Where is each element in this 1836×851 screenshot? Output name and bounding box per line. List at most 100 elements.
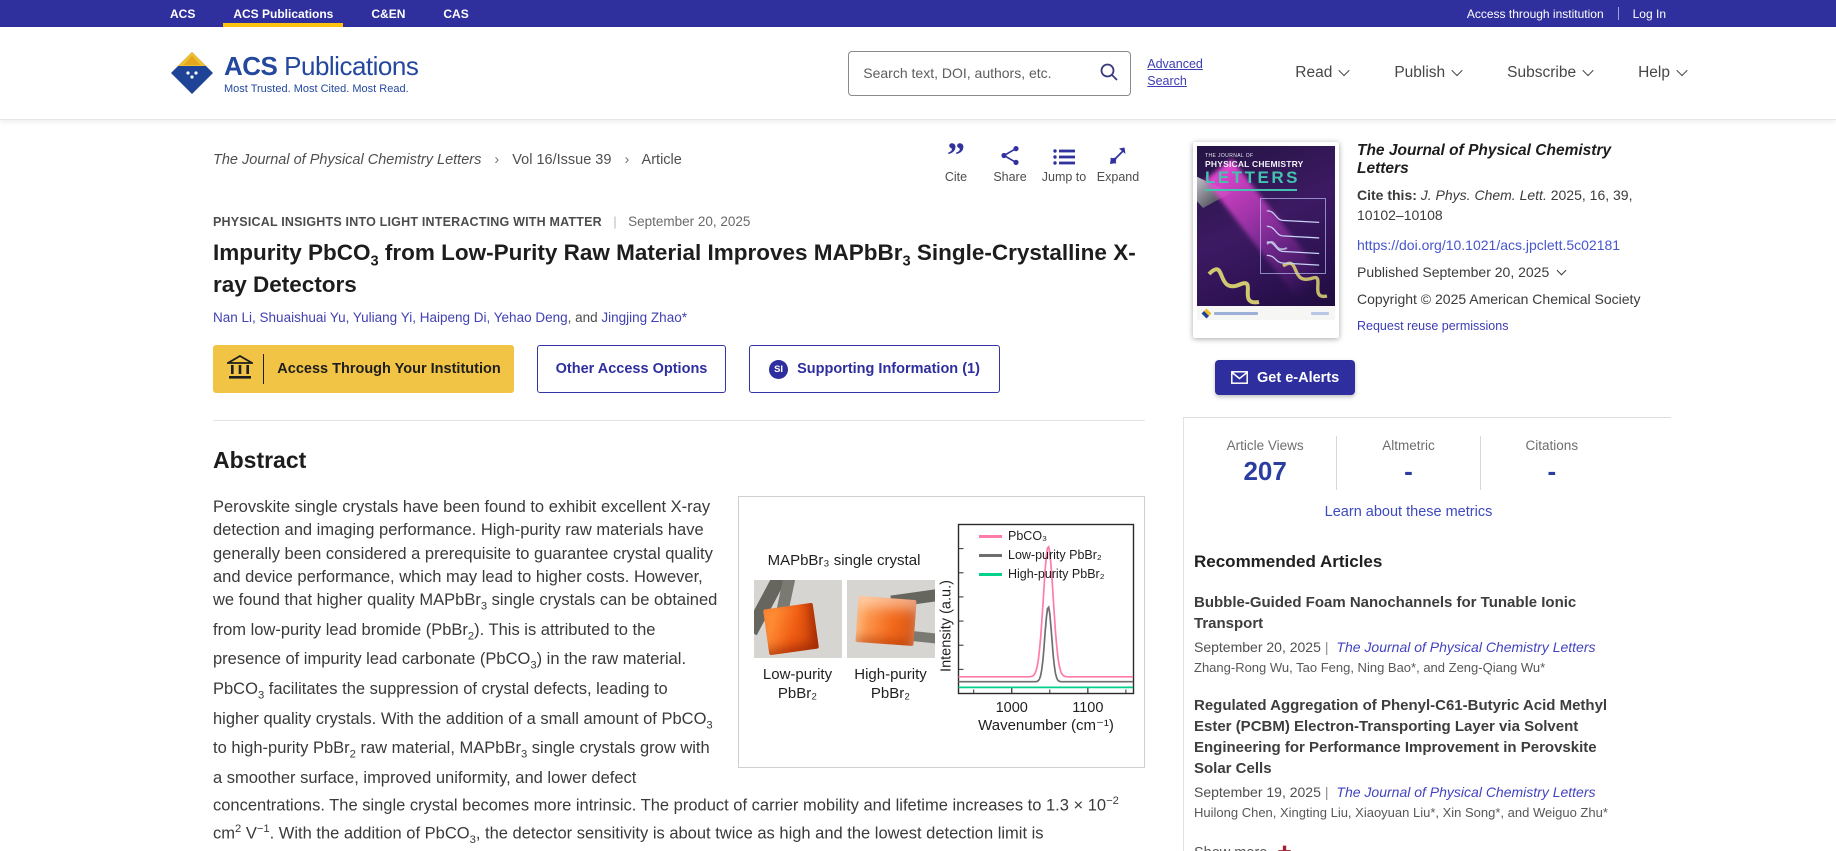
jump-to-icon [1053,148,1075,166]
breadcrumb: The Journal of Physical Chemistry Letter… [213,152,682,168]
nav-read[interactable]: Read [1295,64,1348,82]
nav-read-label: Read [1295,64,1332,82]
chevron-down-icon [1676,64,1687,75]
access-through-institution-link[interactable]: Access through institution [1467,7,1604,21]
doi-link[interactable]: https://doi.org/10.1021/acs.jpclett.5c02… [1357,237,1645,253]
search-input[interactable] [848,51,1131,96]
cover-rule [1205,189,1297,191]
journal-cover-thumbnail[interactable]: THE JOURNAL OF PHYSICAL CHEMISTRY LETTER… [1193,142,1339,338]
search-box [848,51,1131,96]
login-link[interactable]: Log In [1633,7,1666,21]
recommended-article[interactable]: Bubble-Guided Foam Nanochannels for Tuna… [1194,592,1623,675]
breadcrumb-issue-link[interactable]: Vol 16/Issue 39 [512,152,611,168]
breadcrumb-separator: › [624,152,629,168]
supporting-information-button[interactable]: SI Supporting Information (1) [749,345,1000,393]
top-bar: ACS ACS Publications C&EN CAS Access thr… [0,0,1836,27]
si-icon: SI [769,360,788,379]
photo-label-low-purity: Low-purity PbBr₂ [754,666,842,704]
primary-nav: Read Publish Subscribe Help [1249,64,1686,82]
cite-button[interactable]: ” Cite [929,142,983,184]
metric-value: - [1481,458,1623,484]
y-axis-label: Intensity (a.u.) [935,580,958,672]
learn-about-metrics-link[interactable]: Learn about these metrics [1194,504,1623,520]
x-axis-ticks: 10001100 [957,695,1135,714]
metric-label: Altmetric [1337,438,1479,453]
low-purity-crystal-photo [754,580,842,658]
nav-help-label: Help [1638,64,1670,82]
get-e-alerts-button[interactable]: Get e-Alerts [1215,360,1355,395]
site-header: ACS Publications Most Trusted. Most Cite… [0,27,1836,120]
chevron-down-icon [1339,64,1350,75]
metric-label: Citations [1481,438,1623,453]
legend-item: High-purity PbBr₂ [979,565,1105,584]
section-divider [213,420,1145,421]
access-institution-button[interactable]: Access Through Your Institution [213,345,514,393]
show-more-button[interactable]: Show more ✚ [1194,844,1623,851]
topbar-link-acs[interactable]: ACS [158,0,207,27]
abstract-graphic[interactable]: MAPbBr₃ single crystal [738,496,1145,768]
photo-label-high-purity: High-purity PbBr₂ [847,666,935,704]
acs-diamond-icon [170,51,214,95]
nav-subscribe[interactable]: Subscribe [1507,64,1592,82]
nav-publish[interactable]: Publish [1394,64,1461,82]
logo-text: ACS Publications Most Trusted. Most Cite… [224,51,418,95]
share-button[interactable]: Share [983,142,1037,184]
nav-subscribe-label: Subscribe [1507,64,1576,82]
nav-publish-label: Publish [1394,64,1445,82]
x-tick-label: 1100 [1072,697,1103,720]
metric-altmetric: Altmetric - [1336,436,1479,490]
x-tick-label: 1000 [996,697,1028,720]
logo-publications: Publications [284,51,418,81]
topbar-link-acs-publications[interactable]: ACS Publications [221,0,345,27]
author-list[interactable]: Nan Li, Shuaishuai Yu, Yuliang Yi, Haipe… [213,310,1145,325]
search-button[interactable] [1093,58,1125,89]
recommended-article-date: September 20, 2025 [1194,639,1321,655]
legend-swatch [979,554,1002,557]
cover-line-3: LETTERS [1205,169,1335,187]
recommended-article-title[interactable]: Regulated Aggregation of Phenyl-C61-Buty… [1194,695,1623,779]
recommended-article-date: September 19, 2025 [1194,784,1321,800]
article-actions: ” Cite Share [929,142,1145,184]
sidebar-metrics-section: Article Views 207 Altmetric - Citations … [1183,417,1671,851]
acs-publications-logo[interactable]: ACS Publications Most Trusted. Most Cite… [170,51,418,95]
article-date: September 20, 2025 [628,214,750,229]
other-access-options-button[interactable]: Other Access Options [537,345,726,393]
chevron-down-icon [1452,64,1463,75]
request-reuse-permissions-link[interactable]: Request reuse permissions [1357,319,1645,333]
copyright-line: Copyright © 2025 American Chemical Socie… [1357,291,1645,307]
breadcrumb-journal-link[interactable]: The Journal of Physical Chemistry Letter… [213,152,481,168]
cite-this-line: Cite this: J. Phys. Chem. Lett. 2025, 16… [1357,185,1645,226]
raman-spectrum-chart: Intensity (a.u.) PbCO₃Low-purity PbBr₂Hi… [937,523,1135,757]
figure-caption: MAPbBr₃ single crystal [768,549,921,572]
recommended-article[interactable]: Regulated Aggregation of Phenyl-C61-Buty… [1194,695,1623,820]
journal-title[interactable]: The Journal of Physical Chemistry Letter… [1357,142,1645,178]
recommended-article-journal-link[interactable]: The Journal of Physical Chemistry Letter… [1336,784,1595,800]
metric-article-views: Article Views 207 [1194,436,1336,490]
recommended-article-journal-link[interactable]: The Journal of Physical Chemistry Letter… [1336,639,1595,655]
published-expand-icon[interactable] [1557,265,1567,275]
legend-swatch [979,535,1002,538]
jump-to-button[interactable]: Jump to [1037,142,1091,184]
recommended-article-meta: September 19, 2025| The Journal of Physi… [1194,784,1623,800]
crystal-graphic [763,603,819,656]
article-metrics: Article Views 207 Altmetric - Citations … [1194,436,1623,490]
page-content: The Journal of Physical Chemistry Letter… [0,120,1836,851]
article-title: Impurity PbCO3 from Low-Purity Raw Mater… [213,239,1145,300]
access-institution-label: Access Through Your Institution [264,361,514,377]
abstract-heading: Abstract [213,447,1145,474]
supporting-information-label: Supporting Information (1) [797,361,980,377]
expand-button[interactable]: Expand [1091,142,1145,184]
x-axis-label: Wavenumber (cm⁻¹) [957,714,1135,737]
institution-icon [227,355,253,381]
recommended-article-title[interactable]: Bubble-Guided Foam Nanochannels for Tuna… [1194,592,1623,634]
advanced-search-link[interactable]: Advanced Search [1147,56,1211,90]
virtual-issue-link[interactable]: PHYSICAL INSIGHTS INTO LIGHT INTERACTING… [213,215,602,229]
chart-legend: PbCO₃Low-purity PbBr₂High-purity PbBr₂ [979,527,1105,584]
topbar-link-cen[interactable]: C&EN [359,0,417,27]
recommended-articles-heading: Recommended Articles [1194,552,1623,572]
topbar-link-cas[interactable]: CAS [431,0,480,27]
metric-value: 207 [1194,458,1336,484]
nav-help[interactable]: Help [1638,64,1686,82]
crystal-graphic [855,596,916,646]
metric-value: - [1337,458,1479,484]
